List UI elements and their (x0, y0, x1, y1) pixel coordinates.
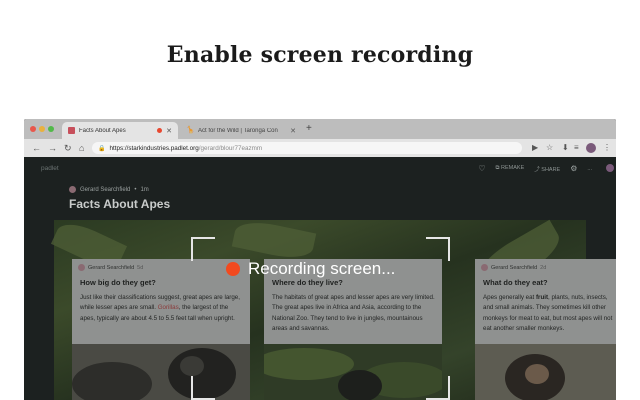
board-author: Gerard Searchfield (80, 186, 131, 193)
padlet-actions: ♡ ⧉ REMAKE ⤴ SHARE ⚙ ... (478, 164, 592, 173)
url-path: /gerard/blour77eazmm (198, 144, 263, 152)
author-avatar (69, 186, 76, 193)
close-window-button[interactable] (30, 126, 36, 132)
padlet-logo[interactable]: padlet (41, 165, 59, 172)
tab-label: Facts About Apes (79, 127, 126, 134)
close-tab-icon[interactable]: ✕ (290, 127, 296, 135)
browser-toolbar: ← → ↻ ⌂ 🔒 https://starkindustries.padlet… (24, 139, 616, 157)
record-dot-icon (226, 262, 240, 276)
post-author-line: Gerard Searchfield 5d (78, 264, 143, 271)
tab-strip: Facts About Apes ✕ 🦒 Act for the Wild | … (24, 119, 616, 139)
heart-icon[interactable]: ♡ (478, 164, 485, 173)
post-card[interactable]: Gerard Searchfield 2d What do they eat? … (475, 259, 616, 400)
post-author: Gerard Searchfield (491, 264, 538, 271)
close-tab-icon[interactable]: ✕ (166, 127, 172, 135)
page-headline: Enable screen recording (166, 42, 474, 68)
ape-in-jungle-photo (264, 344, 442, 400)
capture-frame-corner (426, 237, 450, 261)
author-avatar (481, 264, 488, 271)
new-tab-button[interactable]: + (306, 123, 312, 134)
post-title: How big do they get? (80, 278, 156, 287)
remake-label: REMAKE (501, 165, 525, 171)
post-card[interactable]: Gerard Searchfield 5d How big do they ge… (72, 259, 250, 400)
url-host: https://starkindustries.padlet.org (109, 144, 199, 152)
recording-label: Recording screen... (248, 259, 396, 278)
profile-avatar[interactable] (586, 143, 596, 153)
extension-icon[interactable]: ⬇ (562, 143, 569, 153)
post-title: Where do they live? (272, 278, 343, 287)
post-time: 5d (137, 264, 144, 271)
tab-label: Act for the Wild | Taronga Con (198, 127, 278, 134)
forward-arrow-icon[interactable]: → (48, 142, 57, 154)
post-card[interactable]: Where do they live? The habitats of grea… (264, 259, 442, 400)
board-title: Facts About Apes (69, 197, 171, 211)
recording-status: Recording screen... (226, 259, 395, 279)
post-author-line: Gerard Searchfield 2d (481, 264, 546, 271)
camera-icon[interactable]: ▶ (532, 143, 538, 153)
address-bar[interactable]: 🔒 https://starkindustries.padlet.org/ger… (92, 142, 522, 154)
chimpanzee-photo (475, 344, 616, 400)
star-icon[interactable]: ☆ (546, 143, 553, 153)
reload-icon[interactable]: ↻ (64, 142, 72, 154)
capture-frame-corner (426, 376, 450, 400)
board-author-line: Gerard Searchfield • 1m (69, 186, 149, 193)
browser-menu-icon[interactable]: ⋮ (603, 143, 611, 153)
post-body: The habitats of great apes and lesser ap… (272, 294, 435, 333)
post-emphasis: fruit (535, 294, 549, 301)
back-arrow-icon[interactable]: ← (32, 142, 41, 154)
post-link[interactable]: Gorillas (158, 304, 179, 311)
share-label: SHARE (541, 166, 561, 173)
board-time: 1m (140, 186, 149, 193)
minimize-window-button[interactable] (39, 126, 45, 132)
home-icon[interactable]: ⌂ (79, 142, 84, 154)
padlet-favicon-icon (68, 127, 75, 134)
extensions-menu-icon[interactable]: ≡ (574, 143, 579, 153)
post-body: Just like their classifications suggest,… (80, 294, 240, 322)
share-button[interactable]: ⤴ SHARE (534, 165, 560, 173)
post-time: 2d (540, 264, 547, 271)
post-title: What do they eat? (483, 278, 548, 287)
more-menu-button[interactable]: ... (587, 166, 592, 172)
tab-act-for-the-wild[interactable]: 🦒 Act for the Wild | Taronga Con ✕ (180, 122, 302, 139)
capture-frame-corner (191, 376, 215, 400)
tab-facts-about-apes[interactable]: Facts About Apes ✕ (62, 122, 178, 139)
capture-frame-corner (191, 237, 215, 261)
gorilla-photo (72, 344, 250, 400)
remake-button[interactable]: ⧉ REMAKE (496, 165, 525, 172)
maximize-window-button[interactable] (48, 126, 54, 132)
lock-icon: 🔒 (98, 145, 106, 152)
author-avatar (78, 264, 85, 271)
post-author: Gerard Searchfield (88, 264, 135, 271)
recording-indicator-icon (157, 128, 163, 133)
user-avatar[interactable] (606, 164, 614, 172)
taronga-favicon-icon: 🦒 (186, 126, 195, 134)
settings-gear-icon[interactable]: ⚙ (570, 164, 577, 173)
post-body: Apes generally eat fruit, plants, nuts, … (483, 294, 613, 333)
